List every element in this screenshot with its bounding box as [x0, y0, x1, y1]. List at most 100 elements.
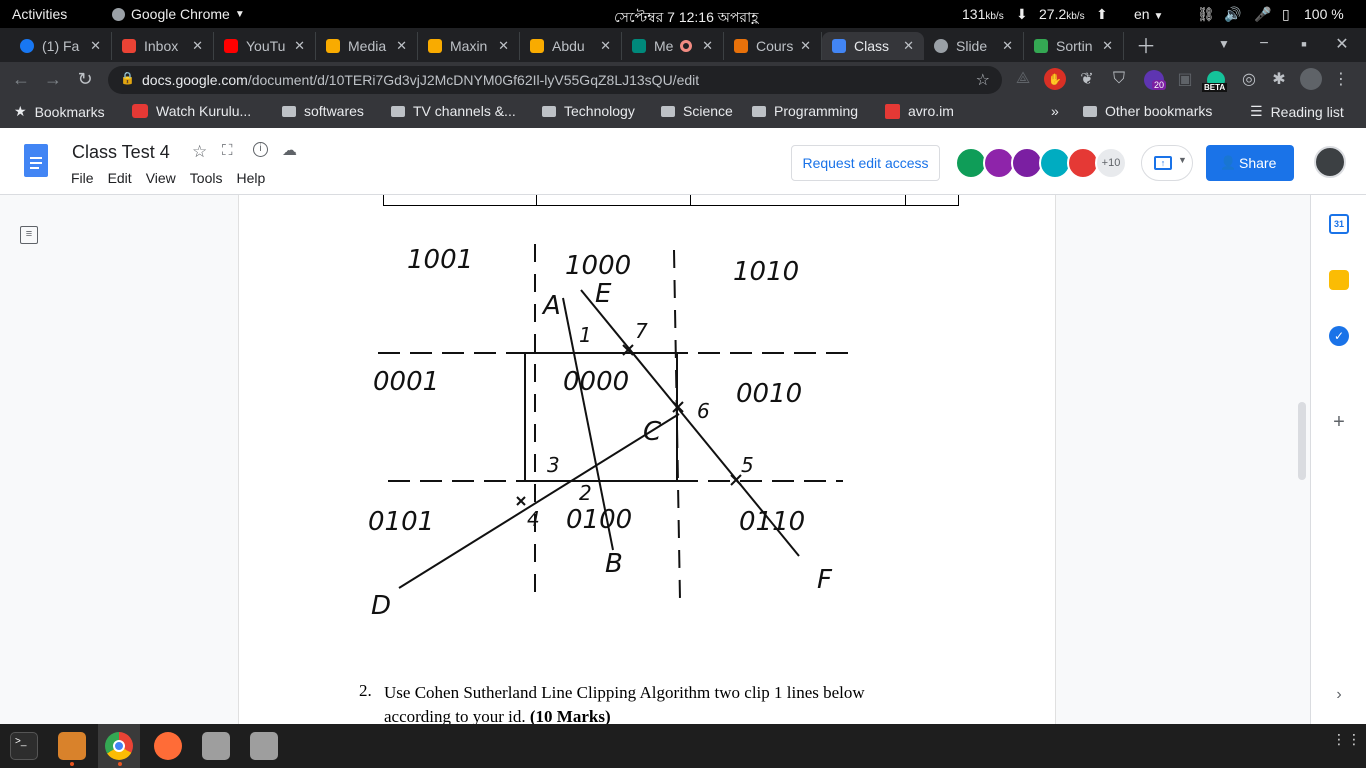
maximize-button[interactable]: ■: [1292, 32, 1316, 56]
region-code: 0010: [736, 379, 802, 409]
close-icon[interactable]: ✕: [702, 38, 713, 54]
forward-button[interactable]: →: [40, 67, 66, 91]
star-icon[interactable]: ☆: [192, 142, 207, 162]
site-icon: [734, 39, 748, 53]
close-icon[interactable]: ✕: [396, 38, 407, 54]
tab-media[interactable]: Media ✕: [316, 32, 418, 60]
volume-icon[interactable]: 🔊: [1224, 6, 1241, 23]
show-apps-icon[interactable]: ⋮⋮⋮: [1332, 732, 1366, 756]
shield-icon[interactable]: ⛉: [1108, 68, 1130, 90]
bookmark-folder-programming[interactable]: Programming: [752, 103, 858, 119]
bookmark-folder-softwares[interactable]: softwares: [282, 103, 364, 119]
chrome-icon[interactable]: [105, 732, 133, 760]
docs-logo-icon[interactable]: [24, 144, 48, 177]
youtube-icon: [224, 39, 238, 53]
menu-file[interactable]: File: [71, 170, 94, 186]
stop-hand-extension-icon[interactable]: ✋: [1044, 68, 1066, 90]
add-addon-icon[interactable]: +: [1329, 412, 1349, 432]
chevron-right-icon[interactable]: ›: [1329, 685, 1349, 705]
browser-menu-icon[interactable]: ⋮: [1330, 68, 1352, 90]
cloud-status-icon[interactable]: ☁: [282, 141, 297, 159]
close-icon[interactable]: ✕: [498, 38, 509, 54]
files-icon[interactable]: [58, 732, 86, 760]
star-icon[interactable]: ☆: [976, 70, 990, 90]
bookmark-folder-other[interactable]: Other bookmarks: [1083, 103, 1212, 119]
tab-meet[interactable]: Me ✕: [622, 32, 724, 60]
close-icon[interactable]: ✕: [800, 38, 811, 54]
badge-extension-icon[interactable]: 20: [1140, 66, 1168, 94]
target-icon[interactable]: ◎: [1238, 68, 1260, 90]
close-icon[interactable]: ✕: [1002, 38, 1013, 54]
account-avatar[interactable]: [1314, 146, 1346, 178]
region-code: 0000: [563, 367, 629, 397]
tab-coursera[interactable]: Cours ✕: [724, 32, 822, 60]
more-collaborators[interactable]: +10: [1095, 147, 1127, 179]
close-icon[interactable]: ✕: [294, 38, 305, 54]
drive-icon[interactable]: [202, 732, 230, 760]
tab-gmail[interactable]: Inbox ✕: [112, 32, 214, 60]
grammarly-icon[interactable]: BETA: [1200, 66, 1232, 94]
tasks-icon[interactable]: ✓: [1329, 326, 1349, 346]
move-icon[interactable]: ⛶: [222, 142, 233, 159]
bookmark-label: Other bookmarks: [1105, 103, 1213, 119]
address-bar[interactable]: 🔒 docs.google.com/document/d/10TERi7Gd3v…: [108, 66, 1002, 94]
tab-slides[interactable]: Slide ✕: [924, 32, 1024, 60]
menu-help[interactable]: Help: [236, 170, 265, 186]
menu-view[interactable]: View: [146, 170, 176, 186]
clock[interactable]: সেপ্টেম্বর 7 12:16 অপরাহ্ণ: [614, 6, 758, 30]
new-tab-button[interactable]: ＋: [1134, 32, 1158, 58]
gnome-extension-icon[interactable]: ❦: [1076, 68, 1098, 90]
window-close-button[interactable]: ✕: [1330, 32, 1354, 56]
tab-maxin[interactable]: Maxin ✕: [418, 32, 520, 60]
reload-button[interactable]: ↻: [72, 67, 98, 91]
bookmark-folder-technology[interactable]: Technology: [542, 103, 635, 119]
outline-icon[interactable]: ≡: [20, 226, 38, 244]
terminal-icon[interactable]: >_: [10, 732, 38, 760]
postman-icon[interactable]: [154, 732, 182, 760]
profile-avatar[interactable]: [1298, 66, 1324, 92]
document-title[interactable]: Class Test 4: [72, 142, 170, 163]
bookmark-avro[interactable]: avro.im: [885, 103, 954, 119]
close-icon[interactable]: ✕: [600, 38, 611, 54]
minimize-button[interactable]: −: [1252, 32, 1276, 56]
bookmarks-star[interactable]: ★ Bookmarks: [14, 103, 105, 120]
tab-facebook[interactable]: (1) Fa ✕: [10, 32, 112, 60]
calendar-icon[interactable]: 31: [1329, 214, 1349, 234]
app-menu[interactable]: Google Chrome ▼: [112, 6, 245, 22]
tab-youtube[interactable]: YouTu ✕: [214, 32, 316, 60]
close-icon[interactable]: ✕: [90, 38, 101, 54]
keep-icon[interactable]: [1329, 270, 1349, 290]
close-icon[interactable]: ✕: [192, 38, 203, 54]
close-icon[interactable]: ✕: [903, 38, 914, 54]
activities-button[interactable]: Activities: [12, 6, 67, 22]
chevron-down-icon: ▼: [234, 8, 245, 20]
camera-icon[interactable]: ▣: [1174, 68, 1196, 90]
bookmark-folder-science[interactable]: Science: [661, 103, 733, 119]
tab-search-button[interactable]: ▼: [1212, 32, 1236, 56]
input-language[interactable]: en ▼: [1134, 6, 1163, 22]
network-icon[interactable]: ⛓: [1197, 6, 1215, 23]
menu-tools[interactable]: Tools: [190, 170, 223, 186]
extension-icon[interactable]: ⟁: [1012, 68, 1034, 90]
gmail-icon: [122, 39, 136, 53]
bookmarks-overflow[interactable]: »: [1051, 103, 1059, 119]
close-icon[interactable]: ✕: [1102, 38, 1113, 54]
puzzle-icon[interactable]: ✱: [1268, 68, 1290, 90]
tab-abdu[interactable]: Abdu ✕: [520, 32, 622, 60]
info-icon[interactable]: i: [253, 142, 268, 157]
vertical-scrollbar[interactable]: [1298, 402, 1306, 480]
reading-list[interactable]: ☰ Reading list: [1250, 103, 1344, 120]
present-button[interactable]: ↑ ▼: [1141, 145, 1193, 181]
bookmark-watch-kurulu[interactable]: Watch Kurulu...: [132, 103, 251, 119]
tab-class-test[interactable]: Class ✕: [822, 32, 924, 60]
bookmark-folder-tv-channels[interactable]: TV channels &...: [391, 103, 516, 119]
request-edit-access-button[interactable]: Request edit access: [791, 145, 940, 181]
tab-sorting[interactable]: Sortin ✕: [1024, 32, 1124, 60]
share-button[interactable]: 👤 Share: [1206, 145, 1294, 181]
back-button[interactable]: ←: [8, 67, 34, 91]
microphone-icon[interactable]: 🎤: [1254, 6, 1271, 23]
battery-icon[interactable]: ▯: [1282, 6, 1290, 23]
site-icon: [530, 39, 544, 53]
menu-edit[interactable]: Edit: [108, 170, 132, 186]
drive-icon[interactable]: [250, 732, 278, 760]
